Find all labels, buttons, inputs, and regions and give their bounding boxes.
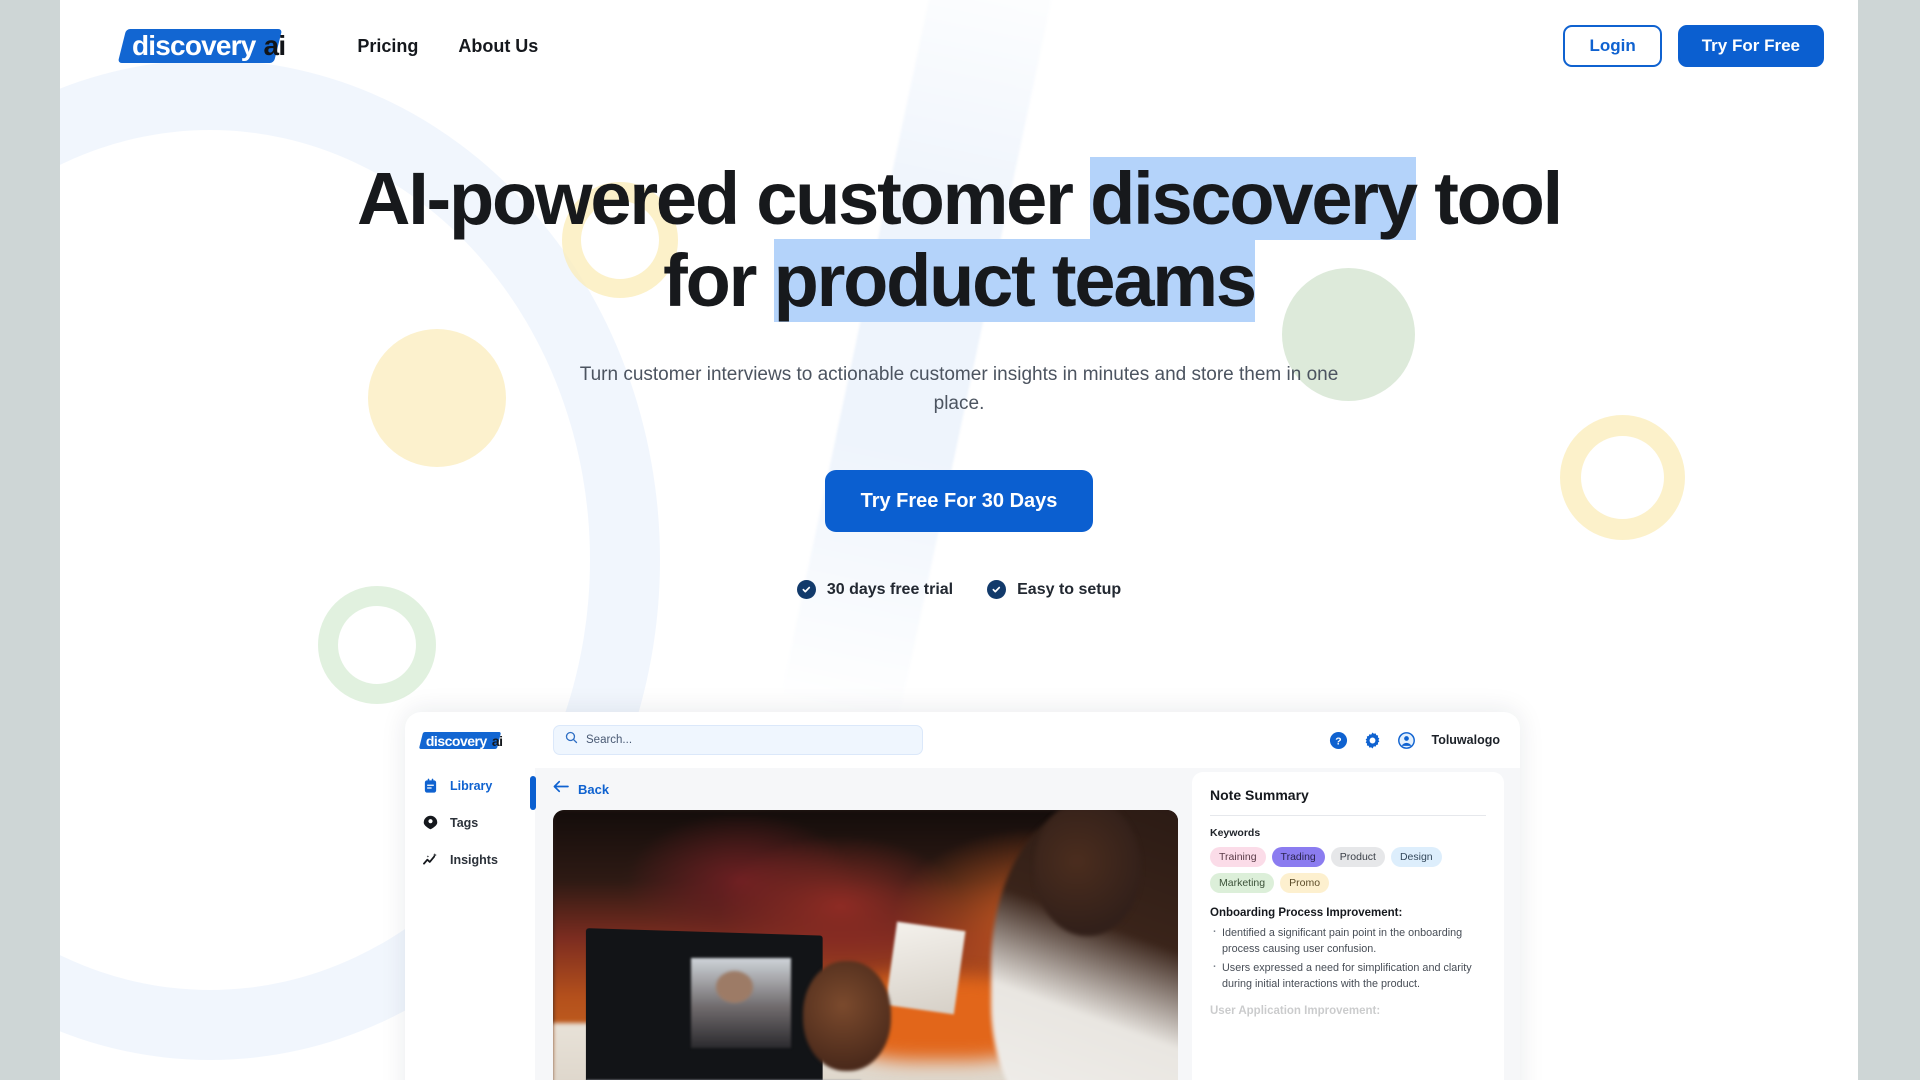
try-for-free-button[interactable]: Try For Free: [1677, 25, 1824, 67]
insight-bullet: Identified a significant pain point in t…: [1210, 923, 1486, 957]
sidebar-item-insights[interactable]: Insights: [405, 851, 535, 868]
tag-icon: [422, 814, 439, 831]
landing-page: discovery ai Pricing About Us Login Try …: [60, 0, 1858, 1080]
app-preview-mockup: discovery ai Library Tags Insights Searc…: [405, 712, 1520, 1080]
keyword-chip[interactable]: Design: [1390, 847, 1442, 867]
trust-label-free-trial: 30 days free trial: [826, 580, 954, 598]
trust-item-easy-setup: Easy to setup: [987, 580, 1121, 599]
app-main-area: Search... ? Toluwalogo Back Note Summary…: [530, 712, 1520, 1080]
top-navigation-bar: discovery ai Pricing About Us Login Try …: [60, 0, 1858, 92]
keyword-chip[interactable]: Product: [1330, 847, 1385, 867]
insight-section: User Application Improvement:: [1210, 1005, 1486, 1017]
headline-text-1: AI-powered customer: [356, 157, 1091, 240]
insight-bullet: Users expressed a need for simplificatio…: [1210, 958, 1486, 992]
keyword-chip[interactable]: Training: [1210, 847, 1266, 867]
keywords-label: Keywords: [1210, 827, 1261, 839]
keyword-chip-list: Training Trading Product Design Marketing Pro…: [1210, 847, 1486, 893]
headline-highlight-discovery: discovery: [1090, 157, 1418, 240]
page-title: AI-powered customer discovery tool for p…: [309, 157, 1609, 322]
site-logo[interactable]: discovery ai: [117, 29, 287, 63]
try-free-30-days-button[interactable]: Try Free For 30 Days: [824, 470, 1094, 532]
gear-icon[interactable]: [1363, 731, 1382, 750]
insights-chart-icon: [422, 851, 439, 868]
user-name-label: Toluwalogo: [1431, 733, 1500, 747]
app-topbar: Search... ? Toluwalogo: [535, 712, 1520, 768]
keyword-chip[interactable]: Trading: [1271, 847, 1325, 867]
sidebar-label-tags: Tags: [450, 815, 479, 830]
hero-cta-wrap: Try Free For 30 Days: [60, 470, 1858, 532]
trust-label-easy-setup: Easy to setup: [1017, 580, 1122, 598]
headline-text-2: tool: [1415, 157, 1563, 240]
nav-link-about-us[interactable]: About Us: [458, 36, 538, 57]
back-button[interactable]: Back: [553, 768, 1178, 810]
library-icon: [422, 777, 439, 794]
nav-links: Pricing About Us: [357, 36, 538, 57]
search-placeholder: Search...: [586, 734, 633, 746]
keyword-chip[interactable]: Marketing: [1210, 873, 1275, 893]
app-sidebar-nav: Library Tags Insights: [405, 777, 535, 868]
insight-heading: User Application Improvement:: [1210, 1005, 1381, 1017]
app-content-body: Back Note Summary Keywords Training Trad…: [535, 768, 1520, 1080]
note-summary-panel: Note Summary Keywords Training Trading Pro…: [1192, 772, 1504, 1080]
sidebar-item-tags[interactable]: Tags: [405, 814, 535, 831]
active-tab-marker: [530, 776, 536, 810]
keyword-chip[interactable]: Promo: [1280, 873, 1330, 893]
photo-paper: [885, 921, 965, 1015]
app-logo-suffix: ai: [491, 732, 503, 749]
check-circle-icon: [987, 580, 1007, 599]
arrow-left-icon: [553, 780, 569, 798]
hero-subtitle: Turn customer interviews to actionable c…: [579, 364, 1339, 414]
nav-actions: Login Try For Free: [1563, 25, 1824, 67]
insight-heading: Onboarding Process Improvement:: [1210, 907, 1403, 919]
search-icon: [565, 731, 578, 749]
summary-divider: [1210, 815, 1486, 816]
insight-section: Onboarding Process Improvement: Identifie…: [1210, 907, 1486, 992]
browser-viewport: discovery ai Pricing About Us Login Try …: [0, 0, 1920, 1080]
summary-title: Note Summary: [1210, 787, 1309, 803]
photo-person-head: [1034, 810, 1141, 936]
app-topbar-actions: ? Toluwalogo: [1329, 731, 1500, 750]
login-button[interactable]: Login: [1563, 25, 1662, 67]
photo-person-hand: [803, 961, 891, 1071]
logo-suffix: ai: [263, 30, 287, 61]
nav-link-pricing[interactable]: Pricing: [357, 36, 418, 57]
insight-sections: Onboarding Process Improvement: Identifie…: [1210, 907, 1486, 1017]
help-circle-icon[interactable]: ?: [1329, 731, 1348, 750]
back-label: Back: [578, 781, 610, 797]
app-sidebar: discovery ai Library Tags Insights: [405, 712, 535, 1080]
user-avatar-icon[interactable]: [1397, 731, 1416, 750]
decor-green-ring: [318, 586, 436, 704]
svg-text:?: ?: [1336, 736, 1342, 747]
headline-highlight-product-teams: product teams: [773, 239, 1257, 322]
app-logo-slab: discovery: [418, 732, 501, 749]
photo-video-participant: [715, 971, 753, 1004]
trust-badges-row: 30 days free trial Easy to setup: [60, 580, 1858, 599]
check-circle-icon: [796, 580, 816, 599]
search-input[interactable]: Search...: [553, 725, 923, 755]
logo-word: discovery: [132, 30, 256, 61]
app-sidebar-logo[interactable]: discovery ai: [405, 732, 535, 749]
sidebar-label-library: Library: [450, 778, 493, 793]
headline-text-3: for: [663, 239, 774, 322]
note-media-thumbnail[interactable]: [553, 810, 1178, 1080]
app-logo-word: discovery: [426, 732, 487, 749]
sidebar-item-library[interactable]: Library: [405, 777, 535, 794]
logo-slab: discovery: [117, 29, 282, 63]
note-content-column: Back: [553, 768, 1178, 1080]
sidebar-label-insights: Insights: [450, 852, 498, 867]
insight-bullet-list: Identified a significant pain point in t…: [1210, 923, 1486, 992]
trust-item-free-trial: 30 days free trial: [796, 580, 954, 599]
hero-section: AI-powered customer discovery tool for p…: [60, 92, 1858, 599]
